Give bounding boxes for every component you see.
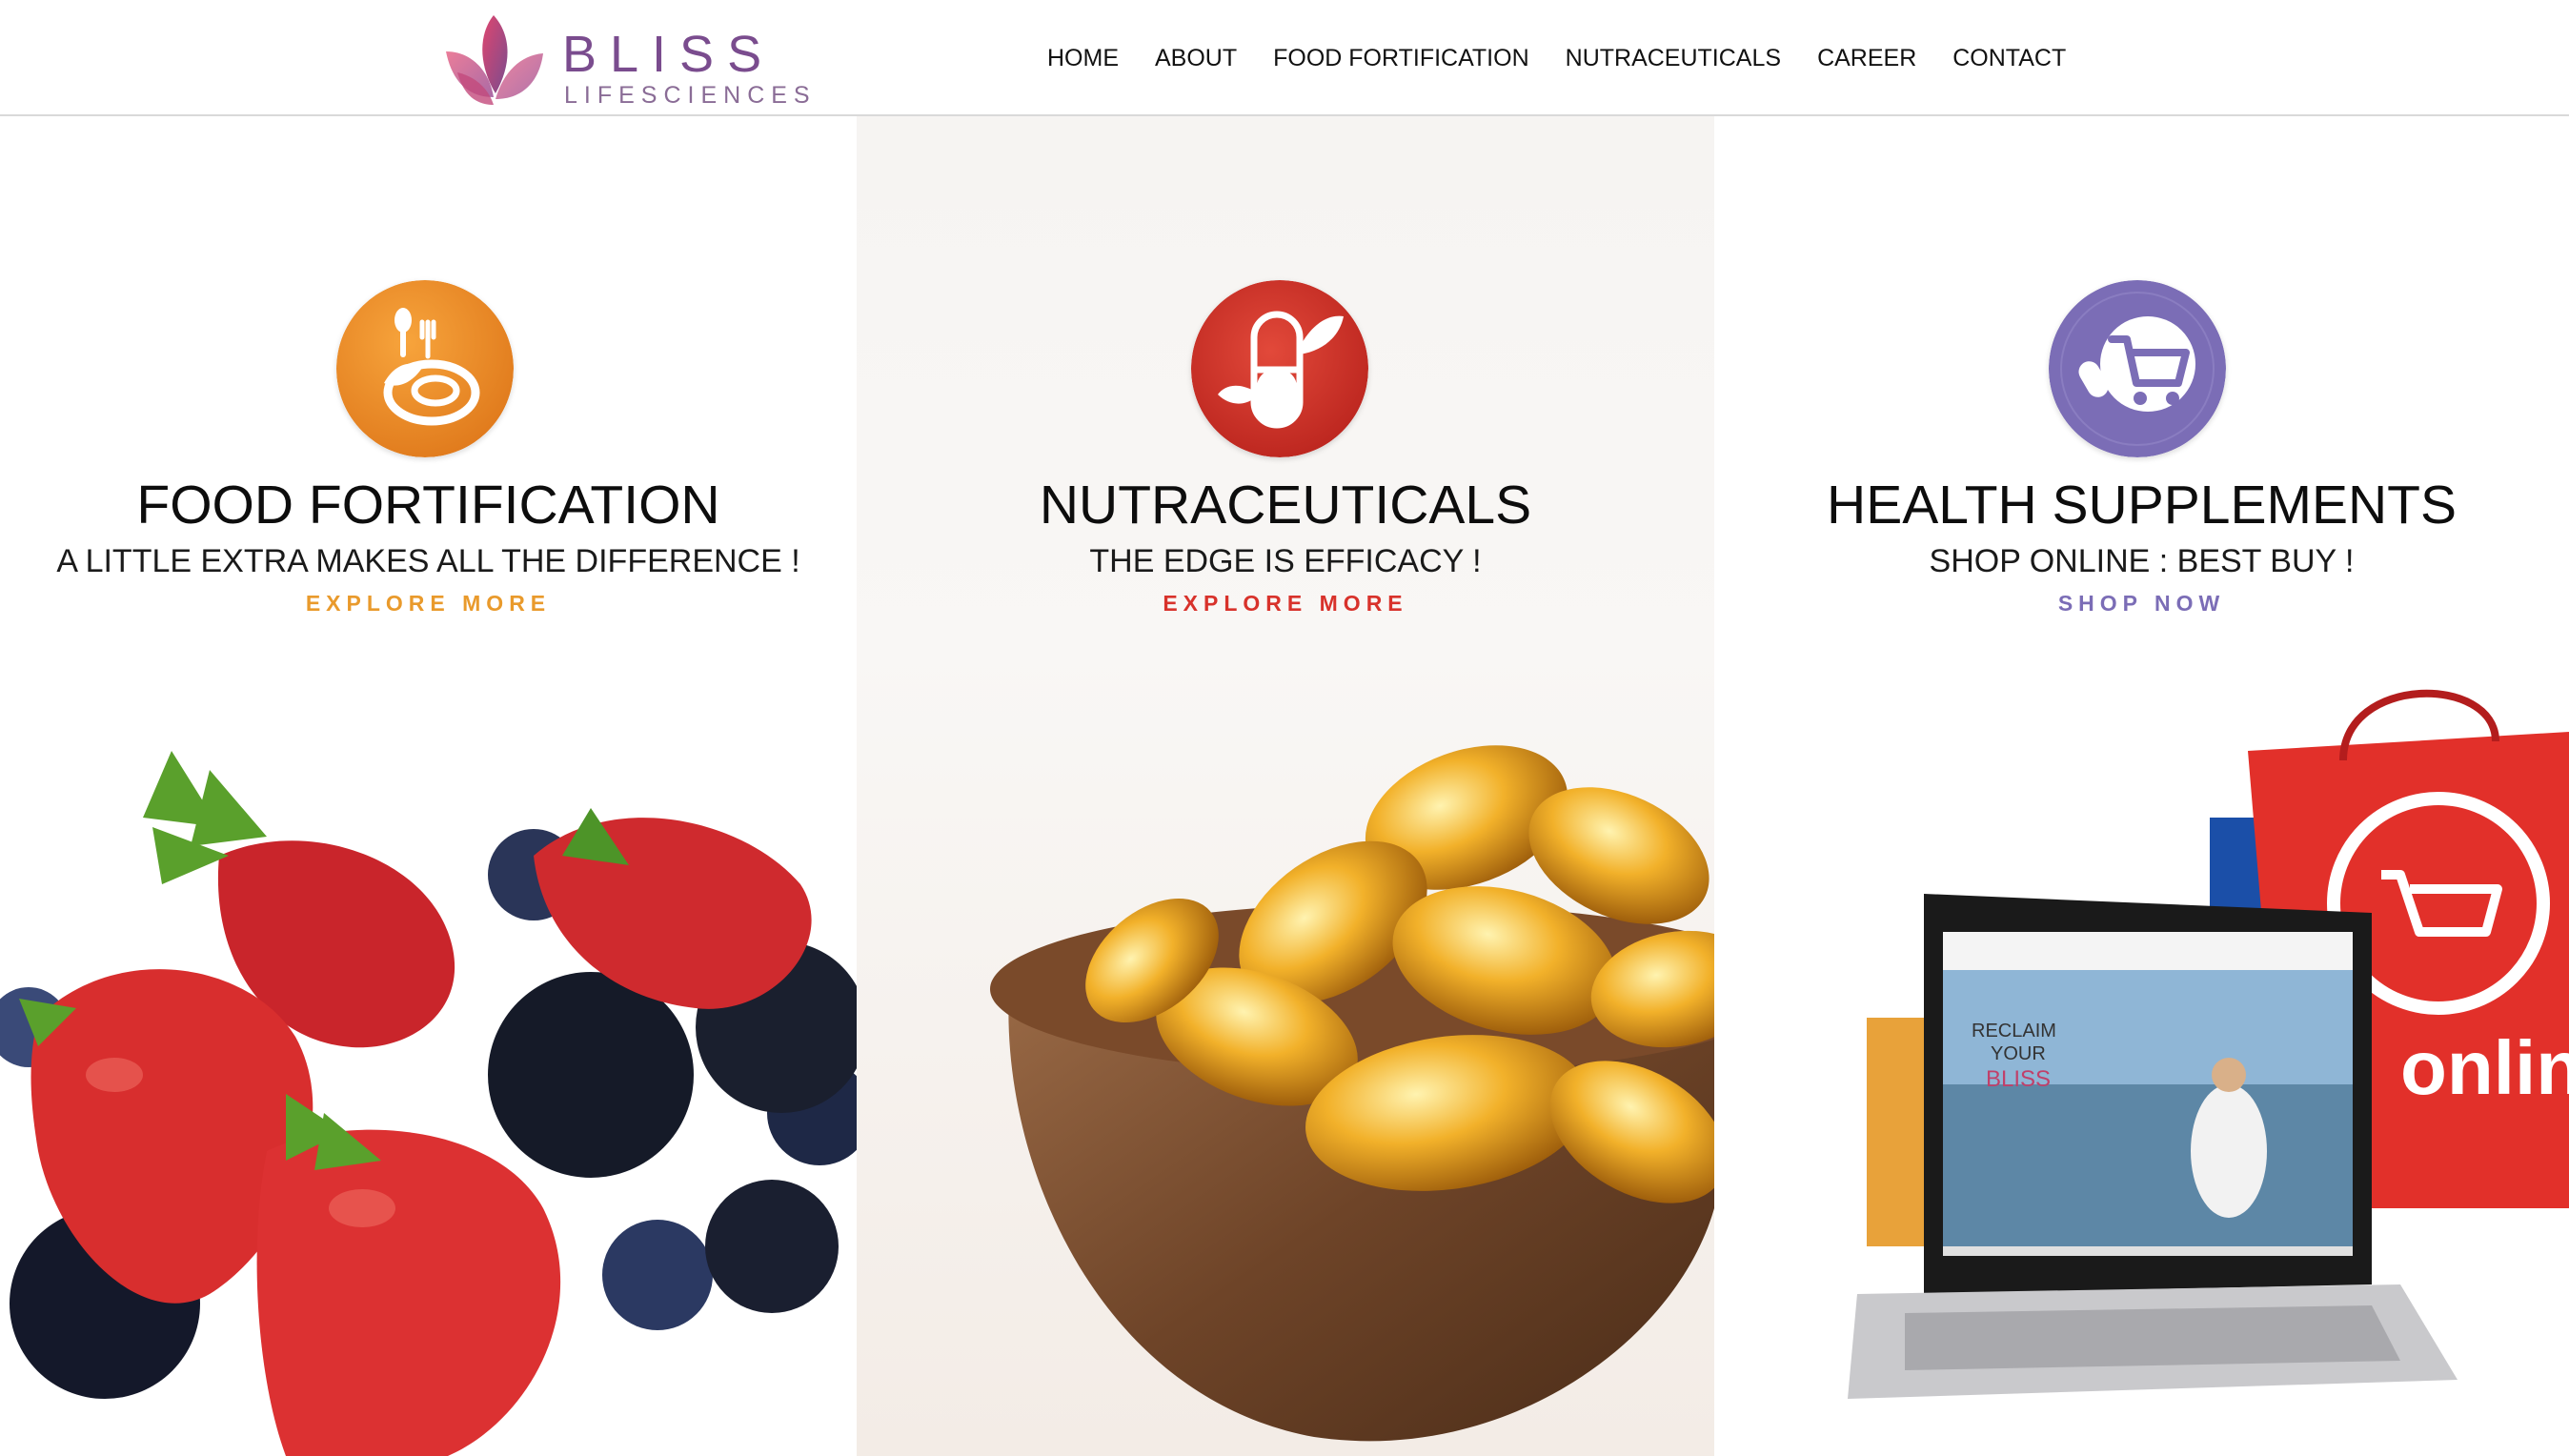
- panel-title: HEALTH SUPPLEMENTS: [1827, 475, 2457, 536]
- brand-logo[interactable]: BLISS LIFESCIENCES: [436, 6, 810, 111]
- food-fortification-panel[interactable]: FOOD FORTIFICATION A LITTLE EXTRA MAKES …: [0, 116, 857, 1456]
- explore-more-link[interactable]: EXPLORE MORE: [0, 591, 857, 617]
- nav-food-fortification[interactable]: FOOD FORTIFICATION: [1273, 45, 1529, 72]
- shop-now-link[interactable]: SHOP NOW: [1714, 591, 2569, 617]
- laptop-headline-3: BLISS: [1986, 1066, 2051, 1092]
- nav-career[interactable]: CAREER: [1817, 45, 1916, 72]
- panel-title: FOOD FORTIFICATION: [136, 475, 720, 536]
- nav-contact[interactable]: CONTACT: [1952, 45, 2066, 72]
- laptop-headline-1: RECLAIM: [1972, 1021, 2056, 1041]
- site-header: BLISS LIFESCIENCES HOME ABOUT FOOD FORTI…: [0, 0, 2569, 116]
- nav-home[interactable]: HOME: [1047, 45, 1119, 72]
- panel-subtitle: A LITTLE EXTRA MAKES ALL THE DIFFERENCE …: [56, 543, 800, 579]
- berries-photo: [0, 751, 857, 1456]
- shopping-cart-icon: [2049, 280, 2226, 457]
- nav-about[interactable]: ABOUT: [1155, 45, 1237, 72]
- laptop-shopping-photo: online RECLAIM YOUR BLISS: [1848, 689, 2569, 1399]
- laptop-headline-2: YOUR: [1991, 1043, 2046, 1064]
- bag-online-label: online: [2400, 1025, 2569, 1110]
- health-supplements-panel[interactable]: HEALTH SUPPLEMENTS SHOP ONLINE : BEST BU…: [1714, 116, 2569, 1456]
- nutraceuticals-panel[interactable]: NUTRACEUTICALS THE EDGE IS EFFICACY ! EX…: [857, 116, 1714, 1456]
- capsule-leaf-icon: [1191, 280, 1368, 457]
- brand-name: BLISS: [562, 26, 776, 83]
- brand-tagline: LIFESCIENCES: [564, 82, 817, 109]
- panel-title: NUTRACEUTICALS: [1039, 475, 1532, 536]
- nav-nutraceuticals[interactable]: NUTRACEUTICALS: [1566, 45, 1781, 72]
- panel-subtitle: SHOP ONLINE : BEST BUY !: [1929, 543, 2355, 579]
- explore-more-link[interactable]: EXPLORE MORE: [857, 591, 1714, 617]
- food-bowl-icon: [336, 280, 514, 457]
- lotus-logo-icon: [446, 15, 543, 105]
- main-nav: HOME ABOUT FOOD FORTIFICATION NUTRACEUTI…: [1029, 0, 2084, 116]
- softgel-bowl-photo: [990, 745, 1714, 1442]
- panel-subtitle: THE EDGE IS EFFICACY !: [1089, 543, 1482, 579]
